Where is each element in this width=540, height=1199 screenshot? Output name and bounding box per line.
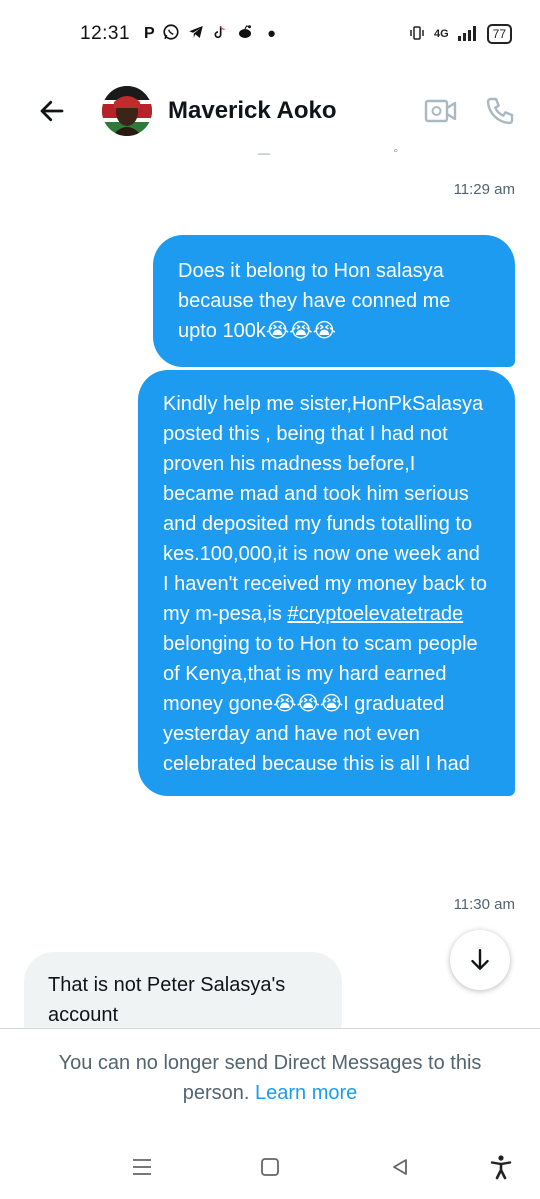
network-type: 4G (433, 28, 449, 40)
home-button[interactable] (255, 1152, 285, 1182)
square-icon (261, 1158, 279, 1176)
message-text: Kindly help me sister,HonPkSalasya poste… (163, 393, 487, 625)
scroll-to-bottom-button[interactable] (450, 930, 510, 990)
dm-restriction-notice: You can no longer send Direct Messages t… (30, 1048, 510, 1108)
voice-call-button[interactable] (484, 95, 516, 127)
message-timestamp: 11:30 am (453, 896, 515, 913)
arrow-down-icon (471, 949, 489, 970)
hashtag-link[interactable]: #cryptoelevatetrade (287, 603, 463, 625)
sent-message[interactable]: Kindly help me sister,HonPkSalasya poste… (138, 370, 515, 796)
sent-message[interactable]: Does it belong to Hon salasya because th… (153, 235, 515, 367)
menu-lines-icon (133, 1159, 151, 1175)
telegram-icon (187, 23, 205, 46)
reddit-icon (235, 23, 255, 46)
p-app-icon: P (144, 25, 155, 42)
video-call-button[interactable] (424, 96, 458, 126)
received-message[interactable]: That is not Peter Salasya's account (24, 952, 342, 1028)
system-navigation-bar (0, 1140, 540, 1190)
avatar[interactable] (102, 86, 152, 136)
accessibility-button[interactable] (486, 1152, 516, 1182)
message-list[interactable]: — ° ‹ ״ 11:29 am Does it belong to Hon s… (0, 146, 540, 1028)
arrow-left-icon (40, 100, 64, 122)
status-time: 12:31 (80, 23, 131, 44)
learn-more-link[interactable]: Learn more (255, 1082, 357, 1104)
message-text: Does it belong to Hon salasya because th… (178, 260, 451, 342)
recent-apps-button[interactable] (127, 1152, 157, 1182)
message-text: That is not Peter Salasya's account (48, 974, 286, 1026)
more-notifications-dot: • (267, 21, 276, 46)
accessibility-icon (490, 1155, 512, 1180)
conversation-header: Maverick Aoko (0, 76, 540, 146)
triangle-back-icon (393, 1159, 407, 1175)
video-camera-icon (424, 99, 457, 123)
contact-name[interactable]: Maverick Aoko (168, 97, 337, 125)
notification-icons: P • (144, 23, 275, 46)
header-actions (424, 95, 516, 127)
clipped-message-fragment: — ° ‹ ״ (258, 146, 459, 158)
system-status: 4G 77 (408, 24, 512, 45)
back-nav-button[interactable] (385, 1152, 415, 1182)
message-text: belonging to to Hon to scam people of Ke… (163, 633, 478, 775)
signal-icon (457, 25, 479, 44)
vibrate-icon (408, 24, 426, 45)
tiktok-icon (212, 23, 228, 46)
back-button[interactable] (28, 87, 76, 135)
phone-icon (486, 97, 514, 125)
composer-divider (0, 1028, 540, 1029)
status-bar: 12:31 P • 4G 77 (0, 0, 540, 68)
whatsapp-icon (162, 23, 180, 46)
battery-indicator: 77 (486, 24, 512, 44)
message-timestamp: 11:29 am (453, 181, 515, 198)
